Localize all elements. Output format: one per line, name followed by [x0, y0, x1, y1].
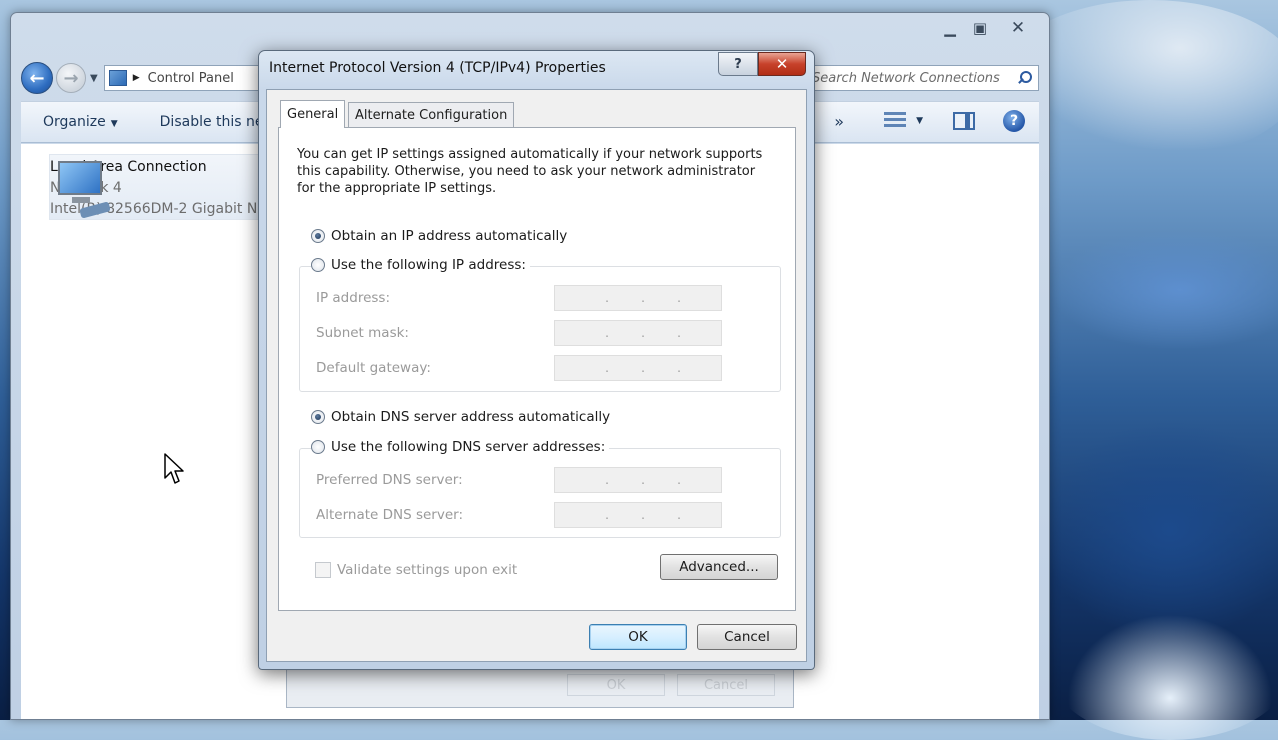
dialog-close-button[interactable]: ✕: [758, 52, 806, 76]
dialog-help-button[interactable]: ?: [718, 52, 758, 76]
wallpaper-wave: [1050, 230, 1278, 350]
recent-pages-dropdown-icon[interactable]: ▼: [90, 73, 98, 84]
default-gateway-field[interactable]: ...: [554, 355, 722, 381]
command-bar-right: » ▼ ?: [834, 110, 1025, 132]
wallpaper-splash: [1050, 600, 1278, 740]
alternate-dns-field[interactable]: ...: [554, 502, 722, 528]
preferred-dns-label: Preferred DNS server:: [316, 472, 463, 488]
adapter-properties-dialog: OK Cancel: [286, 668, 794, 708]
use-following-dns-label: Use the following DNS server addresses:: [331, 439, 606, 455]
general-tab-panel: You can get IP settings assigned automat…: [278, 127, 796, 611]
radio-unchecked-icon[interactable]: [311, 440, 325, 454]
radio-checked-icon[interactable]: [311, 229, 325, 243]
preferred-dns-row: Preferred DNS server: ...: [316, 467, 722, 493]
mouse-cursor-icon: [164, 453, 184, 484]
minimize-icon[interactable]: ▁: [935, 17, 965, 39]
intro-text: You can get IP settings assigned automat…: [297, 147, 763, 196]
organize-label: Organize: [43, 114, 106, 130]
default-gateway-row: Default gateway: ...: [316, 355, 722, 381]
validate-settings-checkbox-row[interactable]: Validate settings upon exit: [315, 562, 517, 578]
chevron-down-icon: ▼: [110, 119, 118, 129]
manual-ip-group: IP address: ... Subnet mask: ... Default…: [299, 266, 781, 392]
subnet-mask-row: Subnet mask: ...: [316, 320, 722, 346]
radio-checked-icon[interactable]: [311, 410, 325, 424]
preview-pane-icon[interactable]: [953, 112, 975, 130]
underlying-cancel-button[interactable]: Cancel: [677, 674, 775, 696]
breadcrumb-separator-icon[interactable]: ▶: [133, 73, 140, 83]
window-close-icon[interactable]: ✕: [995, 17, 1041, 39]
window-controls: ▁ ▣ ✕: [935, 17, 1041, 39]
forward-arrow-icon[interactable]: →: [56, 63, 86, 93]
view-options-dropdown-icon[interactable]: ▼: [916, 116, 923, 126]
advanced-button[interactable]: Advanced...: [660, 554, 778, 580]
alternate-dns-row: Alternate DNS server: ...: [316, 502, 722, 528]
ip-address-field[interactable]: ...: [554, 285, 722, 311]
obtain-ip-auto-radio[interactable]: Obtain an IP address automatically: [311, 228, 567, 244]
tab-general[interactable]: General: [280, 100, 346, 128]
change-view-icon[interactable]: [884, 112, 907, 130]
validate-settings-label: Validate settings upon exit: [337, 562, 518, 578]
ok-button[interactable]: OK: [589, 624, 687, 650]
help-icon[interactable]: ?: [1003, 110, 1025, 132]
preferred-dns-field[interactable]: ...: [554, 467, 722, 493]
breadcrumb-control-panel[interactable]: Control Panel: [148, 71, 234, 86]
tcpip-properties-dialog: Internet Protocol Version 4 (TCP/IPv4) P…: [258, 50, 815, 670]
use-following-ip-label: Use the following IP address:: [331, 257, 526, 273]
back-arrow-icon[interactable]: ←: [21, 62, 53, 94]
search-icon[interactable]: [1016, 70, 1032, 86]
radio-unchecked-icon[interactable]: [311, 258, 325, 272]
manual-dns-group: Preferred DNS server: ... Alternate DNS …: [299, 448, 781, 538]
tab-alternate-configuration[interactable]: Alternate Configuration: [348, 102, 515, 127]
search-placeholder: Search Network Connections: [812, 70, 1000, 86]
local-area-connection-item[interactable]: Local Area Connection Network 4 Intel(R)…: [49, 154, 389, 220]
dialog-body: General Alternate Configuration You can …: [266, 89, 807, 662]
search-input[interactable]: Search Network Connections: [803, 65, 1039, 91]
maximize-icon[interactable]: ▣: [965, 17, 995, 39]
obtain-dns-auto-label: Obtain DNS server address automatically: [331, 409, 611, 425]
ip-address-row: IP address: ...: [316, 285, 722, 311]
default-gateway-label: Default gateway:: [316, 360, 431, 376]
dialog-title: Internet Protocol Version 4 (TCP/IPv4) P…: [269, 60, 606, 76]
underlying-ok-button[interactable]: OK: [567, 674, 665, 696]
obtain-dns-auto-radio[interactable]: Obtain DNS server address automatically: [311, 409, 610, 425]
subnet-mask-field[interactable]: ...: [554, 320, 722, 346]
obtain-ip-auto-label: Obtain an IP address automatically: [331, 228, 568, 244]
alternate-dns-label: Alternate DNS server:: [316, 507, 464, 523]
use-following-ip-radio[interactable]: Use the following IP address:: [311, 257, 530, 273]
cancel-button[interactable]: Cancel: [697, 624, 797, 650]
use-following-dns-radio[interactable]: Use the following DNS server addresses:: [311, 439, 610, 455]
control-panel-icon: [108, 70, 127, 86]
more-commands-icon[interactable]: »: [834, 112, 844, 131]
ip-address-label: IP address:: [316, 290, 390, 306]
validate-settings-checkbox[interactable]: [315, 562, 331, 578]
subnet-mask-label: Subnet mask:: [316, 325, 409, 341]
organize-button[interactable]: Organize ▼: [43, 114, 118, 130]
